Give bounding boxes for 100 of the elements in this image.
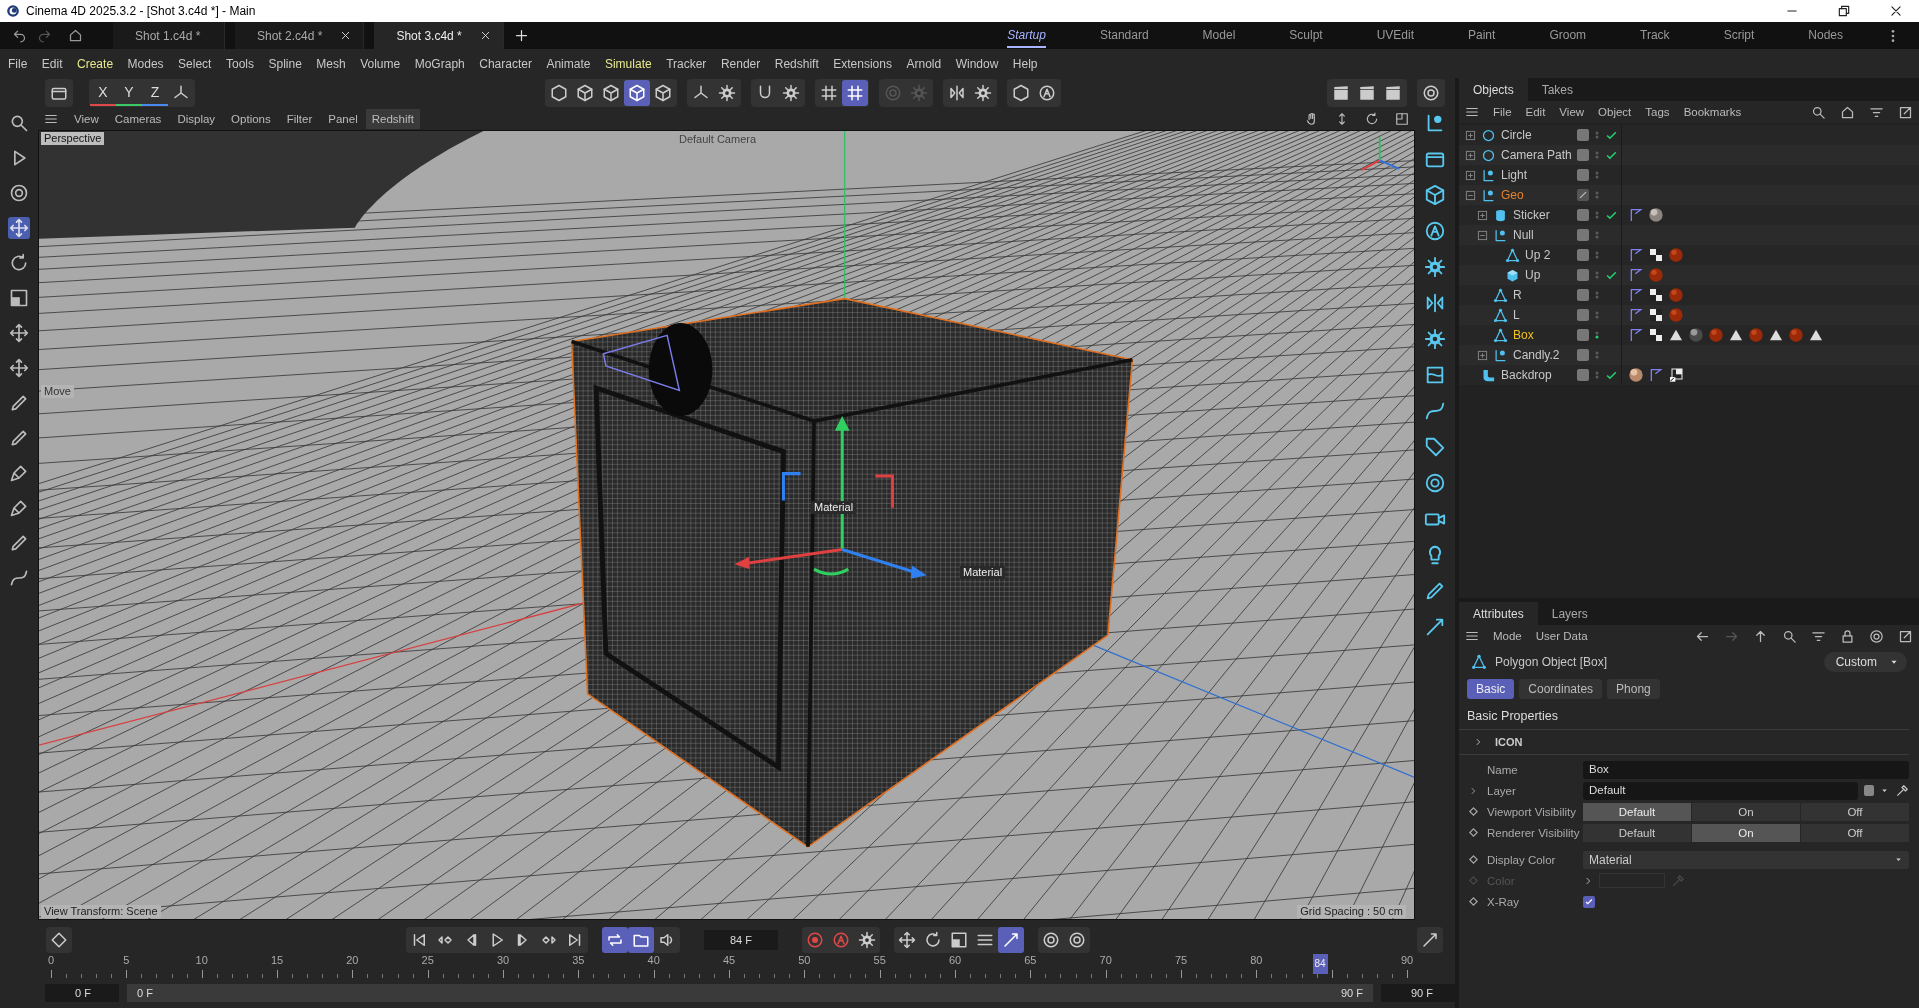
- tree-row[interactable]: Sticker: [1459, 205, 1919, 225]
- menu-item[interactable]: Volume: [360, 56, 401, 71]
- object-name[interactable]: Sticker: [1513, 208, 1550, 222]
- playhead[interactable]: 84: [1312, 954, 1328, 974]
- tree-row[interactable]: Candly.2: [1459, 345, 1919, 365]
- phong-tag-icon[interactable]: [1628, 247, 1644, 263]
- document-tab[interactable]: Shot 2.c4d *: [235, 22, 365, 49]
- collapse-icon[interactable]: [1465, 189, 1476, 201]
- checker-tag-icon[interactable]: [1668, 367, 1684, 383]
- chevron-icon[interactable]: [1468, 785, 1478, 796]
- expand-icon[interactable]: [1465, 149, 1476, 161]
- checkbox[interactable]: [1583, 895, 1595, 908]
- tree-row[interactable]: Box: [1459, 325, 1919, 345]
- layer-swatch[interactable]: [1577, 349, 1589, 361]
- name-field[interactable]: Box: [1583, 760, 1909, 779]
- checker-tag-icon[interactable]: [1648, 327, 1664, 343]
- segment-option[interactable]: On: [1692, 802, 1800, 821]
- tree-row[interactable]: Light: [1459, 165, 1919, 185]
- menu-item[interactable]: Render: [720, 56, 761, 71]
- object-name[interactable]: R: [1513, 288, 1522, 302]
- object-name[interactable]: L: [1513, 308, 1520, 322]
- segment-option[interactable]: Default: [1583, 802, 1691, 821]
- layer-swatch[interactable]: [1577, 369, 1589, 381]
- viewport-menu-item[interactable]: Panel: [328, 113, 358, 125]
- tree-row[interactable]: Null: [1459, 225, 1919, 245]
- display-color-dropdown[interactable]: Material: [1583, 850, 1909, 869]
- layout-tab[interactable]: Sculpt: [1289, 23, 1323, 48]
- expand-icon[interactable]: [1477, 209, 1488, 221]
- object-name[interactable]: Null: [1513, 228, 1534, 242]
- viewport-menu-item[interactable]: Redshift: [365, 109, 420, 129]
- transform-icon[interactable]: [8, 357, 30, 379]
- search-icon[interactable]: [1811, 104, 1826, 120]
- key-rotation-icon[interactable]: [924, 931, 942, 949]
- phong-tag-icon[interactable]: [1628, 327, 1644, 343]
- object-name[interactable]: Candly.2: [1513, 348, 1560, 362]
- layer-swatch[interactable]: [1577, 189, 1589, 201]
- layer-swatch[interactable]: [1577, 229, 1589, 241]
- menu-item[interactable]: Mesh: [316, 56, 346, 71]
- layout-tab[interactable]: Standard: [1099, 23, 1149, 48]
- phong-tag-icon[interactable]: [1628, 287, 1644, 303]
- expand-icon[interactable]: [1465, 169, 1476, 181]
- document-tab[interactable]: Shot 3.c4d *: [374, 22, 504, 49]
- panel-menu-item[interactable]: View: [1559, 106, 1585, 118]
- object-name[interactable]: Light: [1501, 168, 1528, 182]
- menu-icon[interactable]: [1465, 629, 1479, 643]
- layout-tab[interactable]: UVEdit: [1376, 23, 1414, 48]
- panel-menu-item[interactable]: Mode: [1493, 630, 1522, 642]
- close-icon[interactable]: [1889, 4, 1903, 18]
- panel-tab[interactable]: Attributes: [1459, 602, 1538, 625]
- keyframe-icon[interactable]: [1467, 806, 1479, 817]
- end-frame-field[interactable]: 90 F: [1381, 984, 1455, 1002]
- move-icon[interactable]: [8, 217, 30, 239]
- tree-row[interactable]: R: [1459, 285, 1919, 305]
- menu-icon[interactable]: [44, 112, 58, 126]
- chevron-icon[interactable]: [1583, 875, 1593, 886]
- points-mode-icon[interactable]: [550, 84, 568, 102]
- layout-tab[interactable]: Track: [1640, 23, 1670, 48]
- object-name[interactable]: Camera Path: [1501, 148, 1572, 162]
- layer-swatch[interactable]: [1577, 269, 1589, 281]
- hexagon-icon[interactable]: [1012, 84, 1030, 102]
- menu-icon[interactable]: [1465, 105, 1479, 119]
- layer-swatch[interactable]: [1577, 169, 1589, 181]
- panel-tab[interactable]: Objects: [1459, 78, 1528, 101]
- viewport-menu-item[interactable]: Cameras: [114, 113, 162, 125]
- keyframe-icon[interactable]: [1467, 827, 1479, 838]
- axis-lock-button[interactable]: Y: [116, 80, 142, 106]
- attribute-tab[interactable]: Phong: [1607, 679, 1660, 699]
- scale-icon[interactable]: [8, 287, 30, 309]
- menu-item[interactable]: Help: [1012, 56, 1038, 71]
- close-icon[interactable]: [479, 30, 491, 41]
- segment-option[interactable]: Off: [1801, 802, 1909, 821]
- tree-row[interactable]: Up 2: [1459, 245, 1919, 265]
- axis-lock-button[interactable]: X: [90, 80, 116, 106]
- checker-tag-icon[interactable]: [1648, 247, 1664, 263]
- viewport-menu-item[interactable]: Filter: [286, 113, 313, 125]
- object-name[interactable]: Box: [1513, 328, 1534, 342]
- mode-dropdown[interactable]: Custom: [1823, 652, 1907, 672]
- menu-item[interactable]: File: [8, 56, 28, 71]
- menu-item[interactable]: Simulate: [604, 56, 652, 71]
- chevron-icon[interactable]: [1473, 737, 1483, 747]
- grid-icon[interactable]: [820, 84, 838, 102]
- layer-swatch[interactable]: [1577, 309, 1589, 321]
- timeline-ruler[interactable]: 0 5 10 15 20 25 30 35 40 45 50 55 60 65 70 75 80 84 90: [45, 954, 1413, 982]
- loop-icon[interactable]: [606, 931, 624, 949]
- eyedropper-icon[interactable]: [1895, 783, 1909, 798]
- layer-swatch[interactable]: [1577, 129, 1589, 141]
- menu-item[interactable]: Modes: [127, 56, 164, 71]
- keyframe-icon[interactable]: [1467, 896, 1479, 907]
- menu-item[interactable]: Arnold: [906, 56, 942, 71]
- panel-menu-item[interactable]: Object: [1598, 106, 1632, 118]
- plus-icon[interactable]: [513, 28, 529, 43]
- panel-layout-icon[interactable]: [1395, 112, 1409, 126]
- axis-lock-button[interactable]: Z: [142, 80, 168, 106]
- menu-item[interactable]: Spline: [268, 56, 302, 71]
- expand-icon[interactable]: [1477, 349, 1488, 361]
- caret-icon[interactable]: [1880, 786, 1889, 795]
- phong-tag-icon[interactable]: [1628, 207, 1644, 223]
- layer-field[interactable]: Default: [1583, 781, 1858, 800]
- edges-mode-icon[interactable]: [576, 84, 594, 102]
- viewport-menu-item[interactable]: View: [74, 113, 99, 125]
